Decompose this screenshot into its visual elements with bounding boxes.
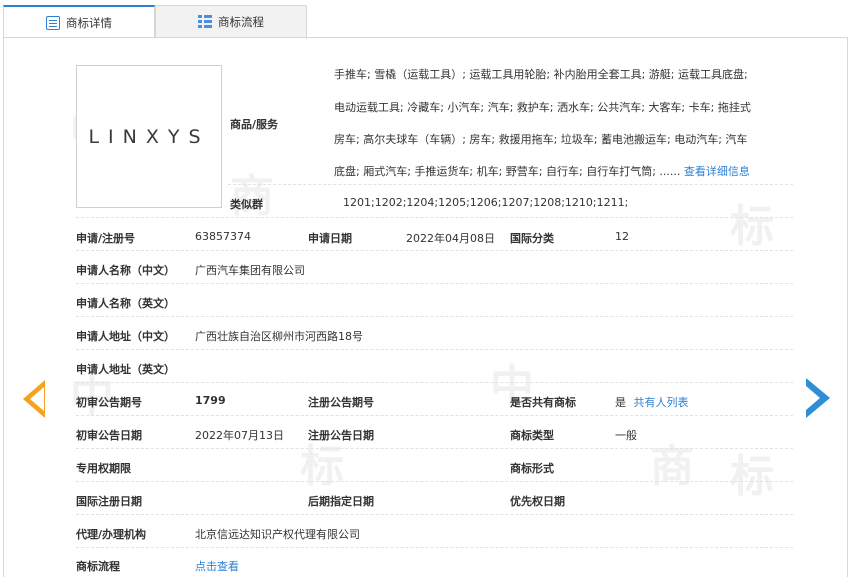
shared-value: 是 共有人列表 xyxy=(615,394,689,410)
intl-class-value: 12 xyxy=(615,230,629,243)
similar-group-label: 类似群 xyxy=(230,198,263,211)
goods-line-text: 底盘; 厢式汽车; 手推运货车; 机车; 野营车; 自行车; 自行车打气筒; .… xyxy=(334,165,681,178)
address-cn-value: 广西壮族自治区柳州市河西路18号 xyxy=(195,330,363,343)
later-date-label: 后期指定日期 xyxy=(308,495,374,508)
goods-line: 电动运载工具; 冷藏车; 小汽车; 汽车; 救护车; 洒水车; 公共汽车; 大客… xyxy=(334,101,751,114)
agent-label: 代理/办理机构 xyxy=(76,528,147,541)
trademark-logo-text: LINXYS xyxy=(88,125,210,148)
shared-value-text: 是 xyxy=(615,396,626,409)
apply-date-value: 2022年04月08日 xyxy=(406,232,495,245)
address-en-label: 申请人地址（英文） xyxy=(76,363,175,376)
watermark-text: 标 xyxy=(730,201,774,252)
exclusive-period-label: 专用权期限 xyxy=(76,462,131,475)
list-icon xyxy=(198,14,212,29)
applicant-en-label: 申请人名称（英文） xyxy=(76,297,175,310)
divider xyxy=(228,184,793,185)
divider xyxy=(76,217,793,218)
co-owner-list-link[interactable]: 共有人列表 xyxy=(634,396,689,409)
tm-type-label: 商标类型 xyxy=(510,429,554,442)
prelim-date-value: 2022年07月13日 xyxy=(195,429,284,442)
divider xyxy=(76,382,793,383)
tab-label: 商标详情 xyxy=(66,15,112,30)
divider xyxy=(76,415,793,416)
watermark-text: 商 xyxy=(650,441,694,492)
divider xyxy=(76,283,793,284)
address-cn-label: 申请人地址（中文） xyxy=(76,330,175,343)
prelim-issue-value: 1799 xyxy=(195,394,226,407)
document-icon xyxy=(46,15,60,30)
divider xyxy=(76,349,793,350)
intl-class-label: 国际分类 xyxy=(510,232,554,245)
priority-date-label: 优先权日期 xyxy=(510,495,565,508)
tm-type-value: 一般 xyxy=(615,429,637,442)
divider xyxy=(76,514,793,515)
reg-date-label: 注册公告日期 xyxy=(308,429,374,442)
tab-bar: 商标详情 商标流程 xyxy=(0,0,852,39)
tm-form-label: 商标形式 xyxy=(510,462,554,475)
reg-issue-label: 注册公告期号 xyxy=(308,396,374,409)
applicant-cn-label: 申请人名称（中文） xyxy=(76,264,175,277)
previous-arrow-icon[interactable] xyxy=(23,380,45,418)
divider xyxy=(76,448,793,449)
divider xyxy=(76,547,793,548)
goods-line: 房车; 高尔夫球车（车辆）; 房车; 救援用拖车; 垃圾车; 蓄电池搬运车; 电… xyxy=(334,133,748,146)
prelim-issue-label: 初审公告期号 xyxy=(76,396,142,409)
prelim-date-label: 初审公告日期 xyxy=(76,429,142,442)
process-label: 商标流程 xyxy=(76,560,120,573)
watermark-text: 标 xyxy=(730,451,774,502)
similar-group-value: 1201;1202;1204;1205;1206;1207;1208;1210;… xyxy=(343,196,629,209)
tab-trademark-details[interactable]: 商标详情 xyxy=(3,5,155,39)
shared-label: 是否共有商标 xyxy=(510,396,576,409)
view-process-link[interactable]: 点击查看 xyxy=(195,558,239,574)
goods-services-label: 商品/服务 xyxy=(230,118,279,131)
tab-trademark-process[interactable]: 商标流程 xyxy=(155,5,307,38)
divider xyxy=(76,316,793,317)
view-details-link[interactable]: 查看详细信息 xyxy=(684,165,750,178)
agent-value: 北京信远达知识产权代理有限公司 xyxy=(195,528,360,541)
applicant-cn-value: 广西汽车集团有限公司 xyxy=(195,264,305,277)
apply-date-label: 申请日期 xyxy=(308,232,352,245)
divider xyxy=(76,250,793,251)
reg-no-value: 63857374 xyxy=(195,230,251,243)
goods-line: 底盘; 厢式汽车; 手推运货车; 机车; 野营车; 自行车; 自行车打气筒; .… xyxy=(334,163,750,179)
intl-reg-date-label: 国际注册日期 xyxy=(76,495,142,508)
trademark-image: LINXYS xyxy=(76,65,222,208)
next-arrow-icon[interactable] xyxy=(806,378,830,418)
divider xyxy=(76,481,793,482)
reg-no-label: 申请/注册号 xyxy=(76,232,136,245)
goods-line: 手推车; 雪橇（运载工具）; 运载工具用轮胎; 补内胎用全套工具; 游艇; 运载… xyxy=(334,68,748,81)
tab-label: 商标流程 xyxy=(218,14,264,29)
watermark-text: 商 xyxy=(230,171,274,222)
